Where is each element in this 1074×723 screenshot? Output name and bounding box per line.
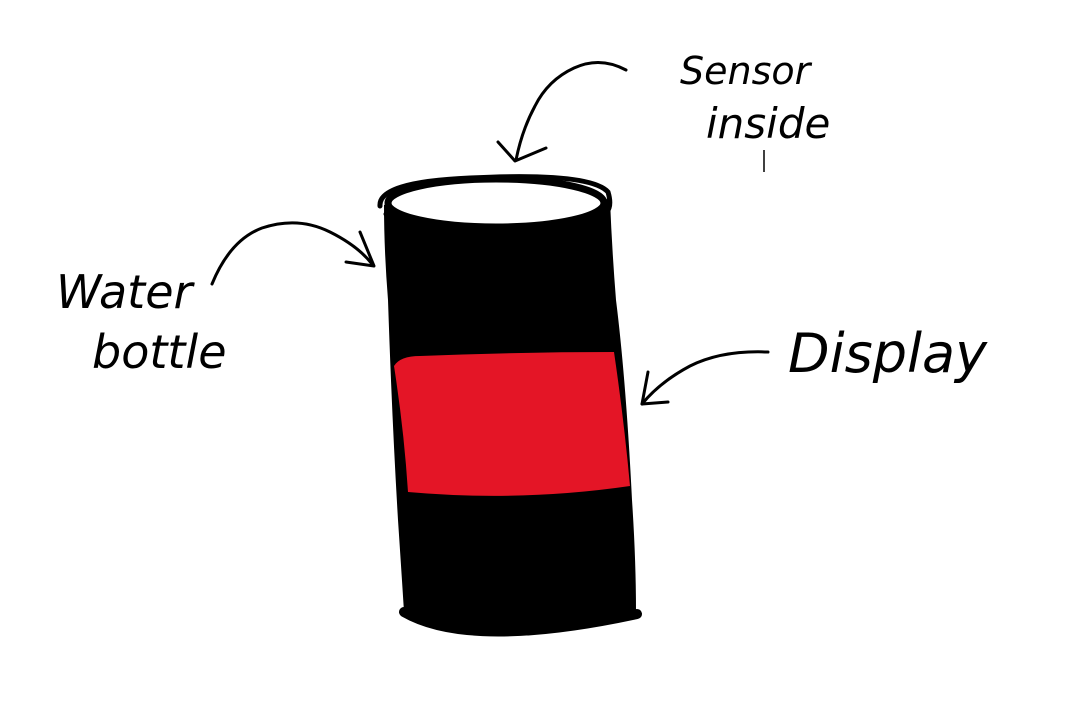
sketch-canvas: Sensor inside Water bottle Display: [0, 0, 1074, 723]
display-band: [394, 352, 630, 496]
water-label-line2: bottle: [92, 325, 227, 379]
display-arrow: [640, 350, 770, 406]
water-label-line1: Water: [56, 265, 195, 319]
sensor-arrow: [514, 61, 628, 162]
bottle-sketch: Sensor inside Water bottle Display: [56, 49, 988, 637]
sensor-label-line1: Sensor: [680, 49, 813, 93]
display-label: Display: [788, 322, 988, 385]
water-bottle-arrow: [210, 221, 374, 286]
bottle-top-opening: [384, 175, 608, 231]
sensor-arrow-head: [496, 140, 548, 163]
sensor-label-line2: inside: [706, 99, 830, 148]
